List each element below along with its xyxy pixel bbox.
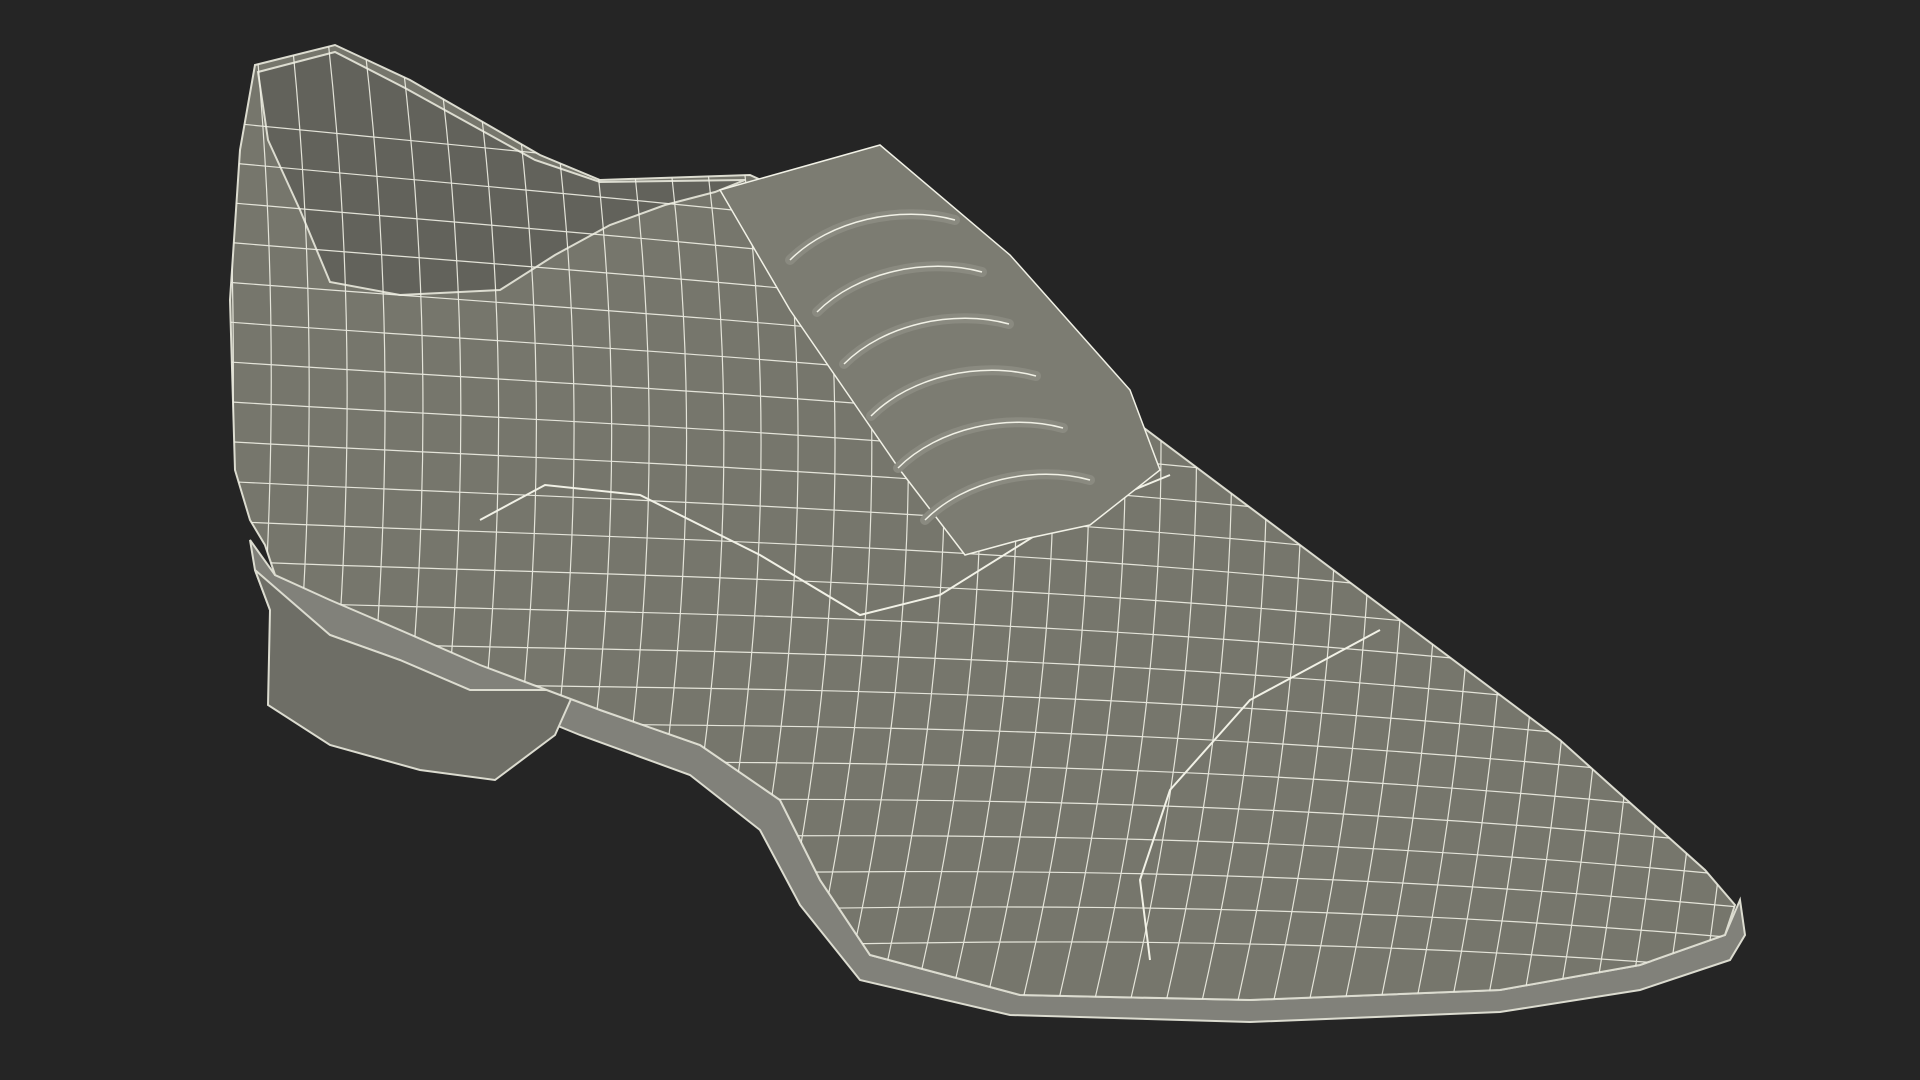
shoe-wireframe-render [228,43,1747,1024]
mesh-edge [230,45,234,1000]
3d-viewport[interactable] [0,0,1920,1080]
